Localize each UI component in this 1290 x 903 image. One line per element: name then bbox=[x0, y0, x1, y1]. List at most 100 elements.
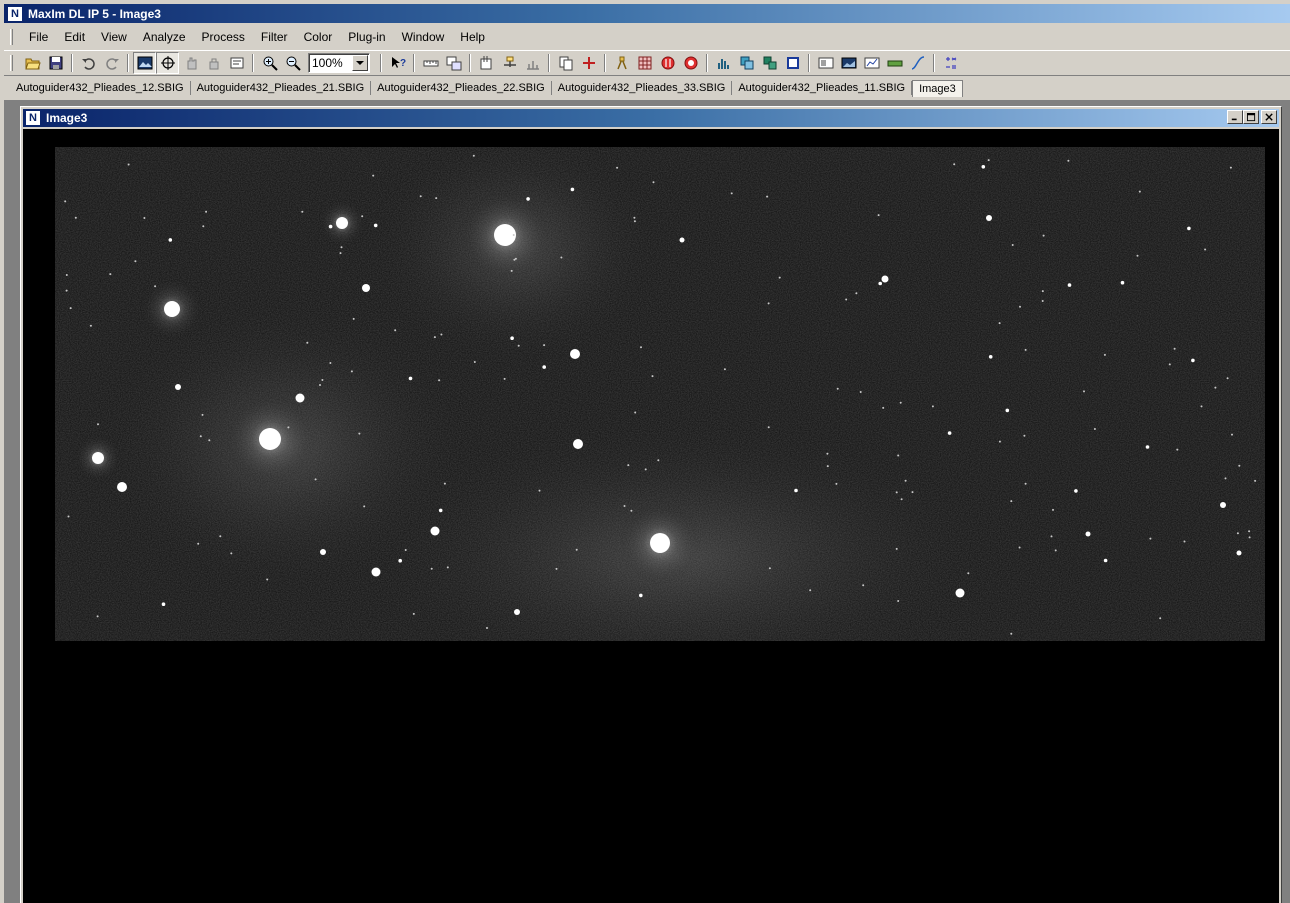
menu-view[interactable]: View bbox=[93, 28, 135, 46]
image-display-area[interactable] bbox=[23, 129, 1279, 903]
faint-star bbox=[1136, 254, 1139, 257]
pixel-math-button[interactable] bbox=[939, 52, 962, 74]
faint-star bbox=[69, 307, 72, 310]
image-window-button[interactable] bbox=[837, 52, 860, 74]
zoom-out-button[interactable] bbox=[281, 52, 304, 74]
grab-tool-button[interactable] bbox=[202, 52, 225, 74]
align-button[interactable] bbox=[735, 52, 758, 74]
pixel-grid-button[interactable] bbox=[633, 52, 656, 74]
copy-button[interactable] bbox=[554, 52, 577, 74]
stack-button[interactable] bbox=[758, 52, 781, 74]
properties-icon bbox=[230, 57, 243, 69]
image-select-tool-button[interactable] bbox=[133, 52, 156, 74]
close-button[interactable] bbox=[1261, 110, 1277, 124]
window-controls bbox=[1227, 110, 1277, 124]
add-marker-button[interactable] bbox=[577, 52, 600, 74]
faint-star bbox=[363, 505, 366, 508]
faint-star bbox=[1093, 428, 1096, 430]
bin-button[interactable] bbox=[521, 52, 544, 74]
faint-star bbox=[65, 289, 68, 292]
faint-star bbox=[1238, 464, 1241, 467]
info-window-button[interactable] bbox=[442, 52, 465, 74]
help-context-button[interactable]: ? bbox=[386, 52, 409, 74]
menu-color[interactable]: Color bbox=[296, 28, 341, 46]
tab-autoguider-22[interactable]: Autoguider432_Plieades_22.SBIG bbox=[371, 81, 552, 95]
faint-star bbox=[1214, 386, 1217, 389]
faint-star bbox=[319, 384, 321, 386]
faint-star bbox=[1224, 477, 1227, 480]
settings-tool-button[interactable] bbox=[225, 52, 248, 74]
tab-image3[interactable]: Image3 bbox=[912, 79, 963, 97]
stop-color-button[interactable] bbox=[656, 52, 679, 74]
maxim-logo-icon: N bbox=[26, 111, 40, 125]
graph-window-button[interactable] bbox=[860, 52, 883, 74]
image3-titlebar[interactable]: N Image3 bbox=[23, 109, 1279, 127]
menu-edit[interactable]: Edit bbox=[56, 28, 93, 46]
faint-star bbox=[266, 578, 269, 581]
redo-button[interactable] bbox=[100, 52, 123, 74]
menubar-grip[interactable] bbox=[10, 29, 13, 45]
menu-plugin[interactable]: Plug-in bbox=[340, 28, 393, 46]
faint-star bbox=[394, 329, 397, 332]
faint-star bbox=[443, 482, 446, 485]
faint-star bbox=[109, 273, 112, 276]
maximize-button[interactable] bbox=[1243, 110, 1259, 124]
faint-star bbox=[1176, 448, 1179, 451]
faint-star bbox=[657, 459, 660, 462]
tab-autoguider-11[interactable]: Autoguider432_Plieades_11.SBIG bbox=[732, 81, 913, 95]
minimize-button[interactable] bbox=[1227, 110, 1243, 124]
faint-star bbox=[862, 584, 865, 587]
pan-tool-button[interactable] bbox=[179, 52, 202, 74]
tab-autoguider-12[interactable]: Autoguider432_Plieades_12.SBIG bbox=[10, 81, 191, 95]
faint-star bbox=[877, 214, 880, 217]
tab-autoguider-33[interactable]: Autoguider432_Plieades_33.SBIG bbox=[552, 81, 733, 95]
menu-window[interactable]: Window bbox=[394, 28, 453, 46]
curve-button[interactable] bbox=[906, 52, 929, 74]
frame-button[interactable] bbox=[781, 52, 804, 74]
open-button[interactable] bbox=[21, 52, 44, 74]
menu-analyze[interactable]: Analyze bbox=[135, 28, 194, 46]
faint-star bbox=[1023, 434, 1026, 437]
menu-help[interactable]: Help bbox=[452, 28, 493, 46]
menu-process[interactable]: Process bbox=[194, 28, 253, 46]
toolbar-separator bbox=[933, 54, 935, 72]
faint-star bbox=[767, 426, 770, 429]
toolbar-separator bbox=[706, 54, 708, 72]
zoom-level-select[interactable]: 100% bbox=[308, 53, 370, 73]
zoom-in-button[interactable] bbox=[258, 52, 281, 74]
histogram-icon bbox=[717, 59, 729, 69]
histogram-button[interactable] bbox=[712, 52, 735, 74]
faint-star bbox=[1010, 500, 1013, 503]
crosshair-tool-button[interactable] bbox=[156, 52, 179, 74]
faint-star bbox=[1191, 358, 1195, 363]
ring-button[interactable] bbox=[679, 52, 702, 74]
app-titlebar[interactable]: N MaxIm DL IP 5 - Image3 bbox=[4, 4, 1290, 23]
undo-button[interactable] bbox=[77, 52, 100, 74]
tab-autoguider-21[interactable]: Autoguider432_Plieades_21.SBIG bbox=[191, 81, 372, 95]
align-icon bbox=[740, 56, 753, 70]
star-field-image[interactable] bbox=[55, 147, 1265, 641]
telescope-button[interactable] bbox=[610, 52, 633, 74]
combine-button[interactable] bbox=[498, 52, 521, 74]
ruler-button[interactable] bbox=[419, 52, 442, 74]
menu-file[interactable]: File bbox=[21, 28, 56, 46]
faint-star bbox=[616, 166, 619, 169]
calibrate-button[interactable] bbox=[475, 52, 498, 74]
bright-star bbox=[362, 284, 370, 292]
faint-star bbox=[328, 224, 333, 229]
faint-star bbox=[219, 535, 222, 538]
menu-filter[interactable]: Filter bbox=[253, 28, 296, 46]
chevron-down-icon[interactable] bbox=[352, 55, 368, 71]
math-ops-icon bbox=[945, 57, 956, 69]
colorbar-button[interactable] bbox=[883, 52, 906, 74]
save-button[interactable] bbox=[44, 52, 67, 74]
toolbar-separator bbox=[413, 54, 415, 72]
faint-star bbox=[1083, 390, 1085, 393]
faint-star bbox=[199, 435, 202, 438]
bright-star bbox=[92, 452, 104, 464]
toolbar-grip[interactable] bbox=[10, 55, 13, 71]
screen-stretch-button[interactable] bbox=[814, 52, 837, 74]
faint-star bbox=[1200, 405, 1203, 408]
faint-star bbox=[201, 413, 204, 416]
faint-star bbox=[859, 391, 862, 393]
